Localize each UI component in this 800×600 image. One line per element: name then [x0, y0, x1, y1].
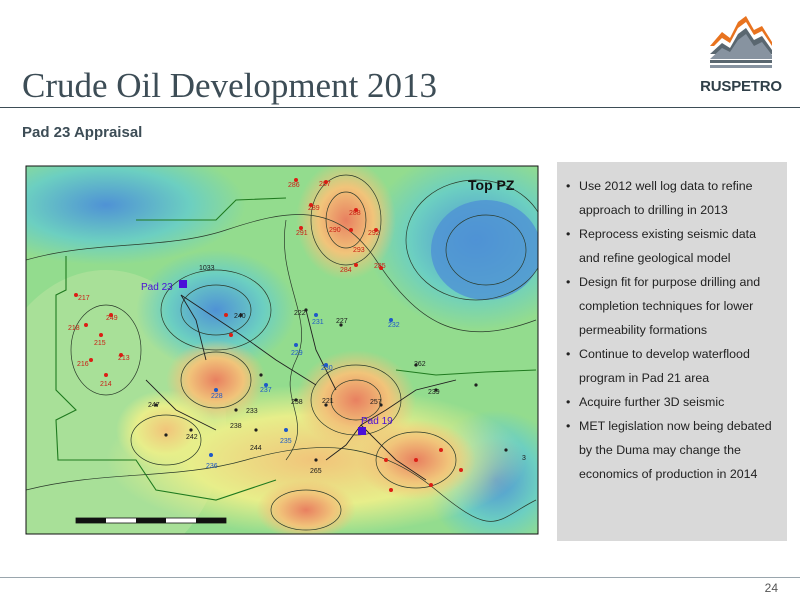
well-label: 222 — [294, 310, 306, 317]
well-label: 232 — [388, 322, 400, 329]
well-label: 262 — [414, 361, 426, 368]
well-label: 231 — [312, 319, 324, 326]
bullet-item: Continue to develop waterflood program i… — [565, 342, 777, 390]
bullet-item: Use 2012 well log data to refine approac… — [565, 174, 777, 222]
mountain-logo-icon — [710, 16, 772, 68]
well-label: 217 — [78, 295, 90, 302]
well-label: 240 — [234, 313, 246, 320]
bullet-item: Reprocess existing seismic data and refi… — [565, 222, 777, 270]
logo-wordmark: RUSPETRO — [700, 78, 782, 95]
well-label: 287 — [319, 181, 331, 188]
bullet-item: MET legislation now being debated by the… — [565, 414, 777, 486]
title-divider — [0, 107, 800, 108]
well-label: 265 — [310, 468, 322, 475]
pad-19-marker — [358, 427, 366, 435]
well-label: 230 — [321, 365, 333, 372]
well-label: 258 — [291, 399, 303, 406]
bullet-panel: Use 2012 well log data to refine approac… — [557, 162, 787, 541]
well-label: 239 — [428, 389, 440, 396]
pad-19-label: Pad 19 — [361, 416, 393, 427]
well-label: 249 — [106, 315, 118, 322]
map-title: Top PZ — [468, 177, 515, 193]
well-label: 236 — [206, 463, 218, 470]
well-label: 235 — [280, 438, 292, 445]
well-label: 257 — [370, 399, 382, 406]
bullet-item: Acquire further 3D seismic — [565, 390, 777, 414]
well-label: 242 — [186, 434, 198, 441]
contour-map: 217 249 218 215 213 216 214 286 287 289 … — [25, 165, 539, 535]
well-label: 284 — [340, 267, 352, 274]
well-label: 289 — [308, 205, 320, 212]
well-label: 215 — [94, 340, 106, 347]
page-title: Crude Oil Development 2013 — [22, 66, 438, 105]
scale-bar — [75, 517, 227, 524]
well-label: 247 — [148, 402, 160, 409]
well-label: 228 — [211, 393, 223, 400]
page-number: 24 — [764, 581, 778, 595]
pad-23-label: Pad 23 — [141, 282, 173, 293]
section-subtitle: Pad 23 Appraisal — [22, 124, 143, 141]
bullet-item: Design fit for purpose drilling and comp… — [565, 270, 777, 342]
well-label: 238 — [230, 423, 242, 430]
well-label: 290 — [329, 227, 341, 234]
well-label: 218 — [68, 325, 80, 332]
well-label: 285 — [374, 263, 386, 270]
well-label: 229 — [291, 350, 303, 357]
well-label: 216 — [77, 361, 89, 368]
well-label: 292 — [368, 230, 380, 237]
well-label: 221 — [322, 398, 334, 405]
southwest-mid — [116, 390, 216, 470]
well-label: 213 — [118, 355, 130, 362]
well-label: 233 — [246, 408, 258, 415]
bullet-list: Use 2012 well log data to refine approac… — [565, 174, 777, 486]
well-label: 3 — [522, 455, 526, 462]
well-label: 244 — [250, 445, 262, 452]
company-logo: RUSPETRO — [694, 12, 788, 96]
well-label: 227 — [336, 318, 348, 325]
pad-23-marker — [179, 280, 187, 288]
well-label: 288 — [349, 210, 361, 217]
well-label: 293 — [353, 247, 365, 254]
well-label: 214 — [100, 381, 112, 388]
well-label: 237 — [260, 387, 272, 394]
well-label: 1033 — [199, 265, 215, 272]
well-label: 286 — [288, 182, 300, 189]
footer-divider — [0, 577, 800, 578]
well-label: 291 — [296, 230, 308, 237]
